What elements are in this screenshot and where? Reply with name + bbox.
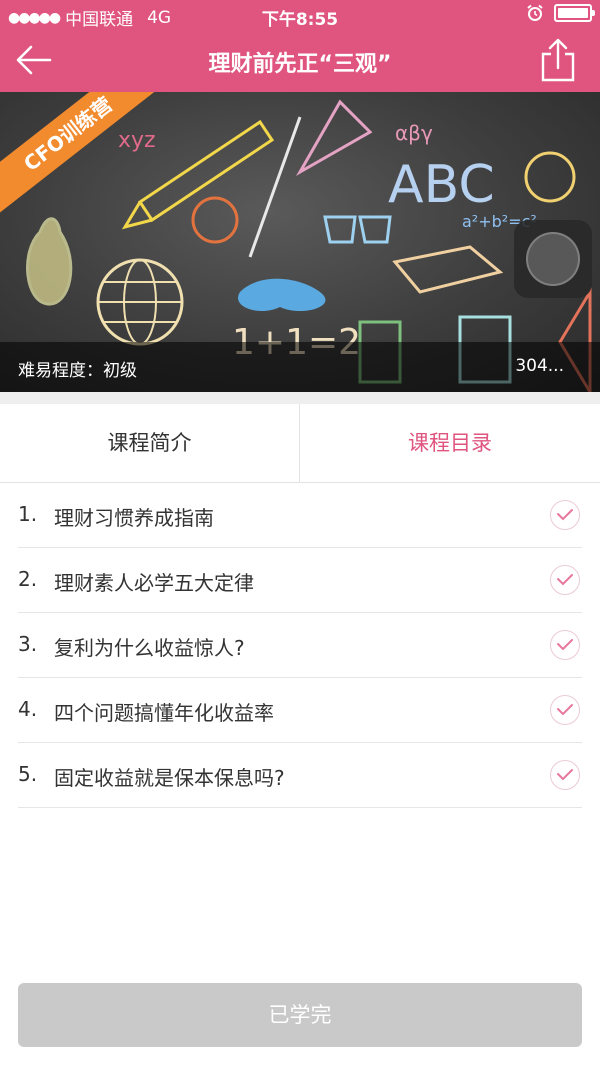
lesson-list: 1. 理财习惯养成指南 2. 理财素人必学五大定律 3. 复利为什么收益惊人? …: [0, 483, 600, 808]
lesson-number: 4.: [18, 697, 38, 721]
battery-icon: [554, 4, 595, 22]
completed-check-icon: [550, 760, 580, 790]
banner-info-bar: 难易程度：初级 304...: [0, 342, 600, 392]
status-time: 下午8:55: [261, 10, 339, 30]
alarm-icon: [527, 4, 543, 21]
share-icon: [541, 38, 575, 82]
course-tabs: 课程简介 课程目录: [0, 404, 600, 483]
tab-catalog[interactable]: 课程目录: [300, 404, 600, 482]
lesson-number: 2.: [18, 567, 38, 591]
nav-bar: 理财前先正“三观”: [0, 32, 600, 92]
tab-intro[interactable]: 课程简介: [0, 404, 300, 482]
course-banner: xyz ABC αβγ a²+b²=c² 1+1=2 CFO训练营: [0, 92, 600, 392]
svg-text:xyz: xyz: [118, 128, 156, 153]
lesson-number: 3.: [18, 632, 38, 656]
svg-text:ABC: ABC: [388, 155, 495, 215]
lesson-number: 5.: [18, 762, 38, 786]
lesson-title: 固定收益就是保本保息吗?: [54, 766, 285, 790]
floating-assistive-button[interactable]: [514, 220, 592, 298]
list-item[interactable]: 3. 复利为什么收益惊人?: [18, 613, 582, 678]
difficulty-label: 难易程度：初级: [18, 361, 137, 381]
lesson-title: 复利为什么收益惊人?: [54, 636, 245, 660]
status-bar: ●●●●● 中国联通 4G 下午8:55: [0, 0, 600, 32]
svg-text:αβγ: αβγ: [395, 121, 433, 145]
lesson-number: 1.: [18, 502, 38, 526]
completed-check-icon: [550, 695, 580, 725]
list-item[interactable]: 4. 四个问题搞懂年化收益率: [18, 678, 582, 743]
list-item[interactable]: 5. 固定收益就是保本保息吗?: [18, 743, 582, 808]
header: ●●●●● 中国联通 4G 下午8:55 理财前先正“三观”: [0, 0, 600, 92]
list-item[interactable]: 1. 理财习惯养成指南: [18, 483, 582, 548]
lesson-title: 理财素人必学五大定律: [54, 571, 254, 595]
lesson-title: 四个问题搞懂年化收益率: [54, 701, 274, 725]
completed-check-icon: [550, 500, 580, 530]
page-title: 理财前先正“三观”: [208, 52, 392, 77]
view-count: 304...: [515, 356, 564, 376]
completed-check-icon: [550, 630, 580, 660]
list-item[interactable]: 2. 理财素人必学五大定律: [18, 548, 582, 613]
finished-button[interactable]: 已学完: [18, 983, 582, 1047]
completed-check-icon: [550, 565, 580, 595]
share-button[interactable]: [540, 38, 576, 82]
section-divider: [0, 392, 600, 404]
lesson-title: 理财习惯养成指南: [54, 506, 214, 530]
